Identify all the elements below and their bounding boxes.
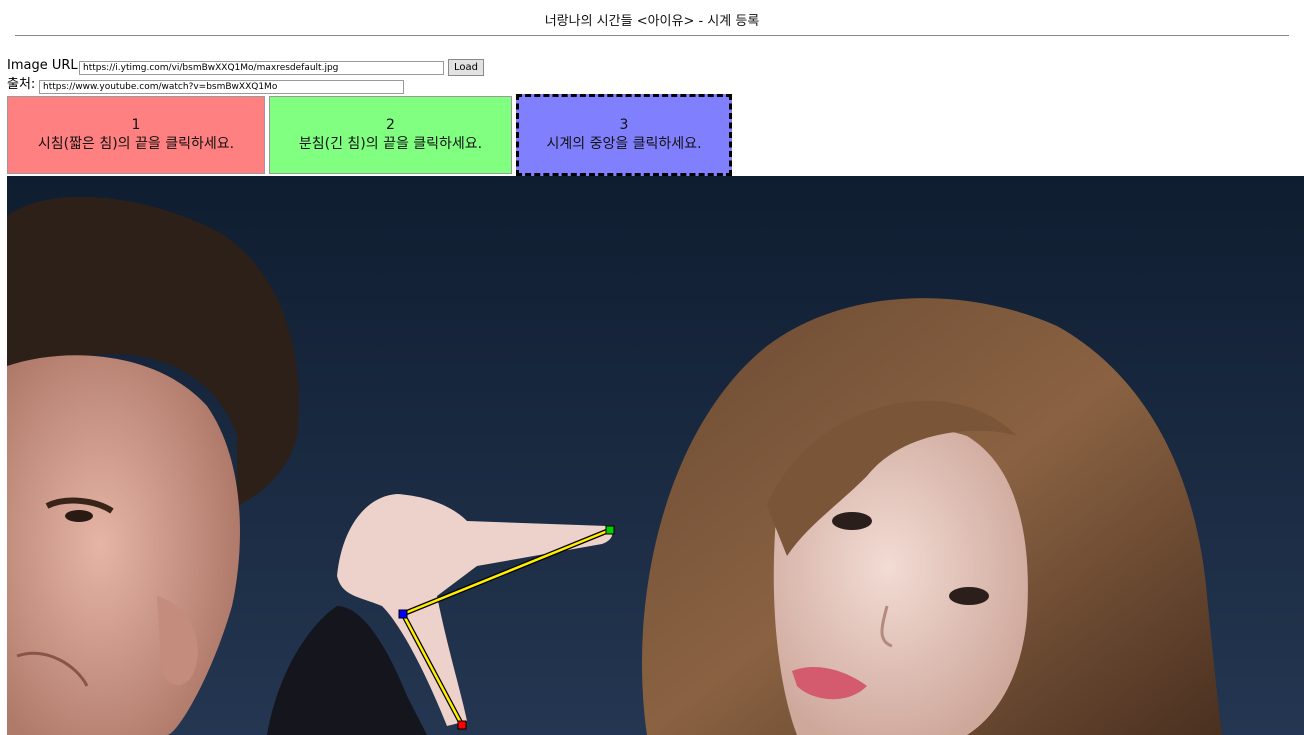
step-minute-hand-button[interactable]: 2 분침(긴 침)의 끝을 클릭하세요. — [269, 96, 512, 174]
page-title: 너랑나의 시간들 <아이유> - 시계 등록 — [544, 14, 760, 29]
load-button[interactable]: Load — [448, 59, 484, 76]
photo-image — [7, 176, 1304, 735]
step-number: 2 — [386, 117, 395, 133]
image-url-input[interactable] — [79, 61, 444, 75]
step-instruction: 시침(짧은 침)의 끝을 클릭하세요. — [37, 136, 235, 152]
source-url-input[interactable] — [39, 80, 404, 94]
step-center-button[interactable]: 3 시계의 중앙을 클릭하세요. — [516, 94, 732, 176]
step-instruction: 분침(긴 침)의 끝을 클릭하세요. — [298, 136, 483, 152]
source-label: 출처: — [7, 77, 36, 92]
title-divider — [15, 35, 1289, 36]
step-hour-hand-button[interactable]: 1 시침(짧은 침)의 끝을 클릭하세요. — [7, 96, 265, 174]
minute-end-marker — [605, 525, 615, 535]
photo-canvas[interactable] — [7, 176, 1304, 735]
image-url-label: Image URL: — [7, 58, 83, 73]
center-marker — [398, 609, 408, 619]
hour-end-marker — [457, 720, 467, 730]
step-number: 3 — [619, 117, 629, 133]
step-instruction: 시계의 중앙을 클릭하세요. — [546, 136, 702, 152]
step-number: 1 — [131, 117, 141, 133]
